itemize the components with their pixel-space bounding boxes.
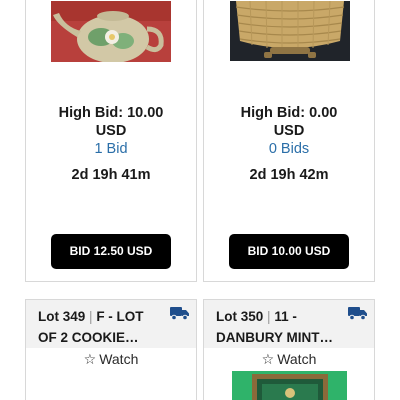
auction-card-1: High Bid: 10.00 USD 1 Bid 2d 19h 41m BID… <box>25 0 197 282</box>
star-outline-icon: ☆ <box>261 351 275 367</box>
bid-info: High Bid: 0.00 USD 0 Bids 2d 19h 42m <box>204 104 374 184</box>
basket-photo-icon <box>230 1 350 61</box>
lot-separator: | <box>267 309 271 324</box>
star-outline-icon: ☆ <box>83 351 97 367</box>
time-remaining: 2d 19h 41m <box>71 167 151 183</box>
watch-button[interactable]: ☆ Watch <box>26 350 196 368</box>
high-bid-label: High Bid: 0.00 <box>240 105 338 121</box>
bid-count-link[interactable]: 0 Bids <box>204 140 374 158</box>
item-thumbnail-teapot[interactable] <box>51 1 171 62</box>
truck-icon <box>170 307 189 320</box>
item-thumbnail-danbury[interactable] <box>232 371 347 400</box>
lot-separator: | <box>89 309 93 324</box>
lot-header: Lot 349 | F - LOT OF 2 COOKIE… <box>26 300 196 348</box>
watch-label: Watch <box>277 351 317 367</box>
truck-icon <box>348 307 367 320</box>
lot-title[interactable]: Lot 349 | F - LOT OF 2 COOKIE… <box>38 306 188 348</box>
place-bid-button[interactable]: BID 10.00 USD <box>229 234 349 269</box>
teapot-photo-icon <box>51 1 171 62</box>
time-remaining: 2d 19h 42m <box>249 167 329 183</box>
item-thumbnail-basket[interactable] <box>230 1 350 61</box>
watch-label: Watch <box>99 351 139 367</box>
lot-card-350: Lot 350 | 11 - DANBURY MINT… ☆ Watch <box>203 299 375 400</box>
watch-button[interactable]: ☆ Watch <box>204 350 374 368</box>
place-bid-button[interactable]: BID 12.50 USD <box>51 234 171 269</box>
high-bid-label: High Bid: 10.00 <box>58 105 164 121</box>
framed-item-photo-icon <box>232 371 347 400</box>
lot-number: Lot 350 <box>216 309 264 324</box>
lot-header: Lot 350 | 11 - DANBURY MINT… <box>204 300 374 348</box>
bid-info: High Bid: 10.00 USD 1 Bid 2d 19h 41m <box>26 104 196 184</box>
lot-card-349: Lot 349 | F - LOT OF 2 COOKIE… ☆ Watch <box>25 299 197 400</box>
high-bid-currency: USD <box>273 123 305 139</box>
lot-title[interactable]: Lot 350 | 11 - DANBURY MINT… <box>216 306 366 348</box>
auction-card-2: High Bid: 0.00 USD 0 Bids 2d 19h 42m BID… <box>203 0 375 282</box>
bid-count-link[interactable]: 1 Bid <box>26 140 196 158</box>
high-bid-currency: USD <box>95 123 127 139</box>
lot-number: Lot 349 <box>38 309 86 324</box>
